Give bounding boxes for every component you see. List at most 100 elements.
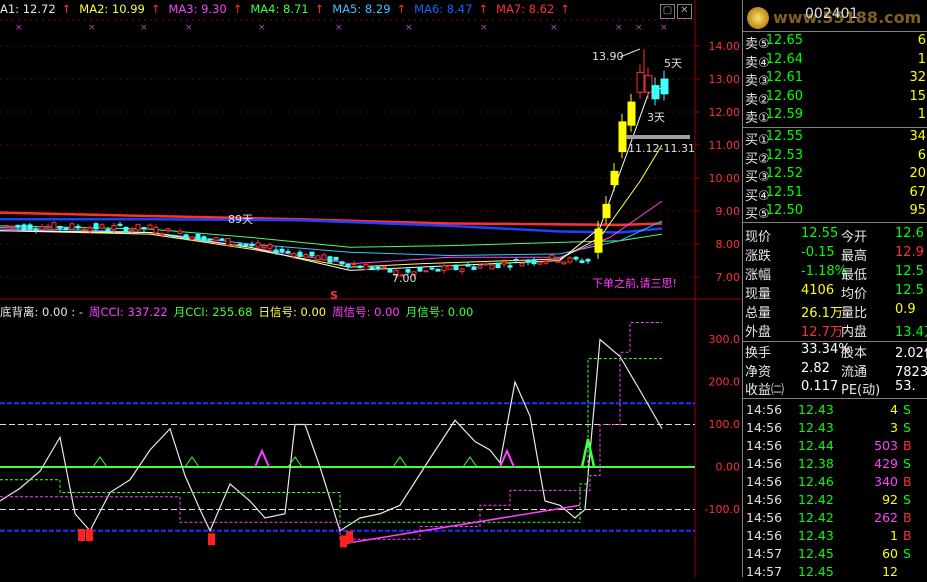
candle-body <box>267 244 273 249</box>
tick-row: 14:56 12.43 3 S <box>743 420 927 438</box>
stat-value: 13.4万 <box>895 325 927 340</box>
candle-body <box>453 264 459 271</box>
stat-value: 12.55 <box>801 226 839 241</box>
level-volume: 34 <box>909 129 926 144</box>
ma-legend-item: MA6: 8.47 <box>414 2 473 16</box>
candle-body <box>291 253 297 257</box>
tick-row: 14:56 12.42 92 S <box>743 492 927 510</box>
price-tick: 11.00 <box>709 139 741 152</box>
candle-body <box>123 226 129 233</box>
candle-body <box>441 265 447 272</box>
candle-body <box>417 267 423 272</box>
candle-body <box>195 233 201 241</box>
candle-body <box>369 266 375 271</box>
signal-x-marker: × <box>480 23 488 33</box>
indicator-legend-item: 周CCI: 337.22 <box>88 305 168 319</box>
candle-body <box>111 224 117 231</box>
candle-body <box>231 243 237 246</box>
ask-row[interactable]: 卖④ 12.64 1 <box>743 52 927 71</box>
stat-value: 0.9 <box>895 302 916 317</box>
candle-body <box>435 268 441 272</box>
level-volume: 95 <box>909 203 926 218</box>
price-axis-labels: 14.00 13.00 12.00 11.00 10.00 9.00 8.00 7.00 <box>709 40 741 284</box>
candle-body <box>129 228 135 231</box>
monthly-cci-line <box>0 358 662 523</box>
price-tick: 7.00 <box>716 271 741 284</box>
stat-value: 12.7万 <box>801 325 843 340</box>
level-price: 12.52 <box>765 166 803 181</box>
candle-body <box>531 259 537 265</box>
range-label: 11.12-11.31 <box>628 142 695 155</box>
bid-row[interactable]: 买③ 12.52 20 <box>743 166 927 185</box>
stat-value: 12.5 <box>895 264 924 279</box>
candle-body <box>63 227 69 230</box>
ask-row[interactable]: 卖② 12.60 15 <box>743 89 927 108</box>
indicator-legend-item: 月CCI: 255.68 <box>173 305 253 319</box>
bid-row[interactable]: 买② 12.53 6 <box>743 148 927 167</box>
ask-row[interactable]: 卖⑤ 12.65 6 <box>743 33 927 52</box>
tick-price: 12.43 <box>798 420 834 435</box>
zero-signal-marker <box>184 456 200 468</box>
ask-row[interactable]: 卖③ 12.61 32 <box>743 70 927 89</box>
level-price: 12.50 <box>765 203 803 218</box>
stat-value: 12.6 <box>895 226 924 241</box>
candle-body <box>477 265 483 269</box>
zero-signal-marker <box>92 456 108 468</box>
stat-label: 总量 <box>745 306 772 321</box>
candle-body <box>543 260 549 264</box>
candle-body <box>99 224 105 229</box>
candle-body <box>165 228 171 231</box>
tick-row: 14:56 12.43 4 S <box>743 402 927 420</box>
candle-body <box>363 264 369 271</box>
level-volume: 20 <box>909 166 926 181</box>
indicator-axis-labels: 300.0 200.0 100.0 0.00 -100.0 <box>705 333 740 516</box>
moving-average-lines <box>0 87 663 271</box>
chart-canvas[interactable]: 14.00 13.00 12.00 11.00 10.00 9.00 8.00 7.00 30… <box>0 0 742 577</box>
stat-row: 涨幅 -1.18% 最低 12.5 <box>743 264 927 283</box>
close-icon[interactable]: ✕ <box>677 4 692 19</box>
tick-time: 14:56 <box>746 474 783 489</box>
candle-body <box>141 226 147 230</box>
tick-time: 14:57 <box>746 546 783 561</box>
bid-row[interactable]: 买⑤ 12.50 95 <box>743 203 927 222</box>
candle-body <box>525 259 531 263</box>
stat-label: 股本 <box>841 346 868 361</box>
level-price: 12.51 <box>765 184 803 200</box>
tick-time: 14:56 <box>746 402 783 417</box>
candle-body <box>225 238 231 246</box>
candle-body <box>207 238 213 241</box>
ask-row[interactable]: 卖① 12.59 1 <box>743 107 927 126</box>
ma-up-arrow: ↑ <box>314 2 325 16</box>
kline-chart[interactable]: 14.00 13.00 12.00 11.00 10.00 9.00 8.00 7.00 30… <box>0 0 742 577</box>
tick-price: 12.45 <box>798 546 834 561</box>
candle-body <box>189 236 195 240</box>
bottom-signal-block <box>340 535 347 548</box>
stat-label: 内盘 <box>841 325 868 340</box>
tick-side: B <box>903 510 912 525</box>
signal-x-marker: × <box>550 23 558 33</box>
tick-price: 12.43 <box>798 402 834 417</box>
indicator-legend-item: 底背离: 0.00 : - <box>0 305 83 319</box>
tick-volume: 429 <box>874 456 898 471</box>
candle-body <box>147 224 153 230</box>
signal-x-marker: × <box>335 23 343 33</box>
signal-markers: × × × × × × × × × × × × <box>15 23 668 33</box>
candle-body <box>507 265 513 268</box>
candle-body <box>135 223 141 231</box>
tick-time: 14:56 <box>746 420 783 435</box>
stat-label: 量比 <box>841 306 868 321</box>
candle-body <box>255 242 261 248</box>
tick-row: 14:56 12.42 262 B <box>743 510 927 528</box>
tick-row: 14:57 12.45 12 <box>743 564 927 582</box>
candle-body <box>644 75 653 93</box>
restore-icon[interactable]: ▢ <box>660 4 675 19</box>
ma-legend-item: A1: 12.72 <box>0 2 56 16</box>
bid-row[interactable]: 买④ 12.51 67 <box>743 184 927 204</box>
candle-body <box>381 265 387 268</box>
candle-body <box>93 223 99 230</box>
stat-value: 2.02亿 <box>895 346 927 361</box>
signal-x-marker: × <box>635 23 643 33</box>
signal-x-marker: × <box>660 23 668 33</box>
bid-row[interactable]: 买① 12.55 34 <box>743 129 927 148</box>
bottom-signal-block <box>346 531 353 544</box>
